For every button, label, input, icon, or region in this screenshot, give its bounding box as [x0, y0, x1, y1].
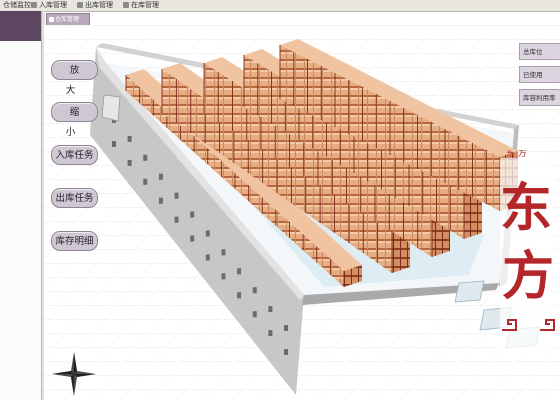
zoom-in-button[interactable]: 放 大 — [51, 60, 98, 96]
view-tab-label: 仓库管理 — [55, 16, 80, 23]
logo-char-1: 东 — [500, 178, 552, 239]
inbound-tab-label: 入库管理 — [39, 1, 67, 9]
inbound-tab-icon — [31, 2, 37, 8]
warehouse-scene — [44, 25, 560, 400]
outbound-tab-icon — [77, 2, 83, 8]
logo-small-text: 东 方 — [506, 150, 527, 159]
tab-warehouse-management[interactable]: 仓库管理 — [46, 13, 90, 25]
legend-total-slots: 总库位 — [519, 43, 560, 60]
compass-nav-icon[interactable] — [52, 352, 96, 396]
left-panel — [0, 41, 42, 400]
brand-logo: 东 方 东 方 — [500, 150, 555, 354]
tab-inbound[interactable]: 入库管理 — [30, 0, 67, 10]
loading-dock-1 — [454, 280, 485, 303]
legend-used-slots: 已使用 — [519, 66, 560, 83]
in-stock-tab-icon — [123, 2, 129, 8]
in-stock-tab-label: 在库管理 — [131, 1, 159, 9]
tab-outbound[interactable]: 出库管理 — [76, 0, 113, 10]
inventory-detail-button[interactable]: 库存明细 — [51, 231, 98, 251]
tab-in-stock[interactable]: 在库管理 — [122, 0, 159, 10]
zoom-out-button[interactable]: 缩 小 — [51, 102, 98, 138]
view-tab-icon — [49, 17, 54, 22]
outbound-tab-label: 出库管理 — [85, 1, 113, 9]
side-door — [101, 94, 121, 122]
warehouse-monitor-label: 仓储监控 — [3, 1, 31, 9]
tab-warehouse-monitor[interactable]: 仓储监控 — [0, 0, 31, 10]
top-menu-bar: 仓储监控 入库管理 出库管理 在库管理 — [0, 0, 560, 12]
warehouse-3d-view[interactable] — [44, 25, 560, 400]
logo-char-2: 方 — [502, 246, 554, 307]
inbound-task-button[interactable]: 入库任务 — [51, 145, 98, 165]
legend-utilization: 库容利用率 — [519, 89, 560, 106]
outbound-task-button[interactable]: 出库任务 — [51, 188, 98, 208]
left-panel-header — [0, 11, 41, 41]
